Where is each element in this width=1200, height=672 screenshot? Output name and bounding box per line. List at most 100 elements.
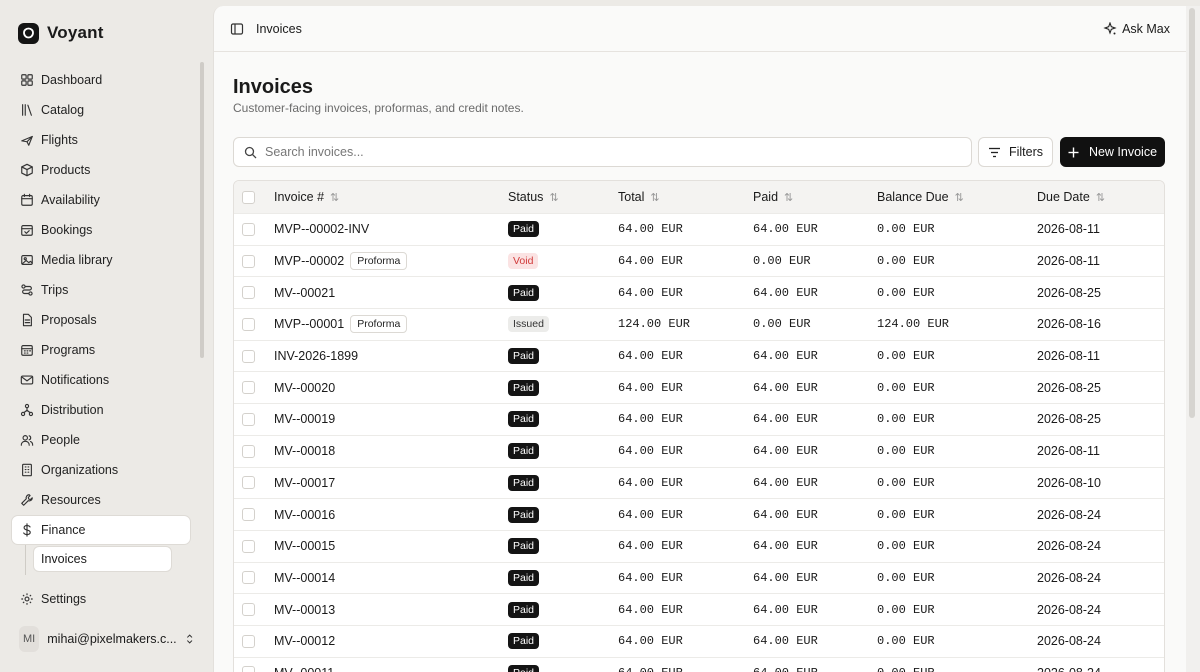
balance-due-amount: 0.00 EUR <box>877 666 935 672</box>
sidebar-settings: Settings <box>11 584 191 614</box>
table-row[interactable]: MV--00017 Paid 64.00 EUR 64.00 EUR 0.00 EUR 2… <box>234 468 1164 500</box>
row-checkbox[interactable] <box>242 634 255 648</box>
table-row[interactable]: MV--00021 Paid 64.00 EUR 64.00 EUR 0.00 EUR 2… <box>234 277 1164 310</box>
table-row[interactable]: MV--00013 Paid 64.00 EUR 64.00 EUR 0.00 EUR 2… <box>234 594 1164 626</box>
calendar-check-icon <box>21 225 33 236</box>
table-row[interactable]: MV--00014 Paid 64.00 EUR 64.00 EUR 0.00 EUR 2… <box>234 563 1164 595</box>
due-date: 2026-08-25 <box>1037 285 1101 300</box>
invoice-number[interactable]: MVP--00002-INV <box>274 222 369 236</box>
column-header-total[interactable]: Total ⇅ <box>618 181 660 213</box>
table-row[interactable]: MV--00015 Paid 64.00 EUR 64.00 EUR 0.00 EUR 2… <box>234 531 1164 563</box>
status-badge: Paid <box>508 284 540 301</box>
new-invoice-label: New Invoice <box>1088 145 1158 159</box>
building-icon <box>22 463 32 477</box>
invoice-number[interactable]: MV--00013 <box>274 603 335 617</box>
user-menu[interactable]: MI mihai@pixelmakers.c... <box>19 626 194 652</box>
status-badge: Paid <box>508 569 540 586</box>
sidebar-item-dashboard[interactable]: Dashboard <box>11 65 191 95</box>
column-header-due-date[interactable]: Due Date ⇅ <box>1037 181 1105 213</box>
table-row[interactable]: MV--00020 Paid 64.00 EUR 64.00 EUR 0.00 EUR 2… <box>234 372 1164 405</box>
brand[interactable]: Voyant <box>18 20 104 46</box>
sidebar-item-flights[interactable]: Flights <box>11 125 191 155</box>
row-checkbox[interactable] <box>242 508 255 522</box>
filters-button[interactable]: Filters <box>978 137 1053 167</box>
sidebar-item-notifications[interactable]: Notifications <box>11 365 191 395</box>
row-checkbox[interactable] <box>242 254 255 268</box>
paid-amount: 64.00 EUR <box>753 602 818 617</box>
column-header-balance-due[interactable]: Balance Due ⇅ <box>877 181 964 213</box>
image-icon <box>21 255 33 265</box>
search-box[interactable] <box>233 137 972 167</box>
sidebar-item-finance[interactable]: Finance <box>11 515 191 545</box>
column-header-status[interactable]: Status ⇅ <box>508 181 559 213</box>
sidebar-toggle-icon[interactable] <box>230 22 244 36</box>
row-checkbox[interactable] <box>242 412 255 426</box>
balance-due-amount: 0.00 EUR <box>877 412 935 427</box>
page-scrollbar[interactable] <box>1189 8 1195 418</box>
invoice-number[interactable]: INV-2026-1899 <box>274 349 358 363</box>
table-row[interactable]: MV--00011 Paid 64.00 EUR 64.00 EUR 0.00 EUR 2… <box>234 658 1164 672</box>
table-row[interactable]: MV--00012 Paid 64.00 EUR 64.00 EUR 0.00 EUR 2… <box>234 626 1164 658</box>
status-badge: Paid <box>508 633 540 650</box>
row-checkbox[interactable] <box>242 444 255 458</box>
row-checkbox[interactable] <box>242 349 255 363</box>
ask-max-button[interactable]: Ask Max <box>1103 21 1170 36</box>
due-date: 2026-08-11 <box>1037 444 1101 459</box>
breadcrumb[interactable]: Invoices <box>256 22 302 36</box>
invoice-number[interactable]: MVP--00002 <box>274 254 344 268</box>
sidebar-item-bookings[interactable]: Bookings <box>11 215 191 245</box>
invoice-number[interactable]: MV--00015 <box>274 539 335 553</box>
invoice-number[interactable]: MV--00018 <box>274 444 335 458</box>
sort-icon: ⇅ <box>784 191 794 204</box>
invoice-number[interactable]: MV--00020 <box>274 381 335 395</box>
table-row[interactable]: MV--00019 Paid 64.00 EUR 64.00 EUR 0.00 EUR 2… <box>234 404 1164 436</box>
sidebar-item-availability[interactable]: Availability <box>11 185 191 215</box>
sidebar-item-programs[interactable]: Programs <box>11 335 191 365</box>
invoice-number[interactable]: MV--00016 <box>274 508 335 522</box>
balance-due-amount: 0.00 EUR <box>877 285 935 300</box>
sidebar-item-people[interactable]: People <box>11 425 191 455</box>
sidebar-item-trips[interactable]: Trips <box>11 275 191 305</box>
row-checkbox[interactable] <box>242 571 255 585</box>
sidebar-subitem-invoices[interactable]: Invoices <box>33 546 172 572</box>
sidebar-item-proposals[interactable]: Proposals <box>11 305 191 335</box>
row-checkbox[interactable] <box>242 317 255 331</box>
row-checkbox[interactable] <box>242 286 255 300</box>
sidebar-item-label: Trips <box>41 283 69 297</box>
select-all-checkbox[interactable] <box>242 190 255 204</box>
paid-amount: 64.00 EUR <box>753 222 818 237</box>
balance-due-amount: 0.00 EUR <box>877 380 935 395</box>
sidebar-item-distribution[interactable]: Distribution <box>11 395 191 425</box>
sidebar-item-organizations[interactable]: Organizations <box>11 455 191 485</box>
search-input[interactable] <box>265 145 945 159</box>
table-row[interactable]: MVP--00001 Proforma Issued 124.00 EUR 0.00 E… <box>234 309 1164 341</box>
row-checkbox[interactable] <box>242 539 255 553</box>
sidebar-item-catalog[interactable]: Catalog <box>11 95 191 125</box>
row-checkbox[interactable] <box>242 666 255 672</box>
new-invoice-button[interactable]: New Invoice <box>1060 137 1165 167</box>
column-header-invoice[interactable]: Invoice # ⇅ <box>274 181 339 213</box>
table-row[interactable]: MV--00018 Paid 64.00 EUR 64.00 EUR 0.00 EUR 2… <box>234 436 1164 468</box>
sidebar-item-settings[interactable]: Settings <box>11 584 191 614</box>
sidebar-item-media-library[interactable]: Media library <box>11 245 191 275</box>
invoice-number[interactable]: MV--00012 <box>274 634 335 648</box>
invoice-number[interactable]: MVP--00001 <box>274 317 344 331</box>
invoice-number[interactable]: MV--00011 <box>274 666 334 672</box>
table-row[interactable]: INV-2026-1899 Paid 64.00 EUR 64.00 EUR 0.00 … <box>234 341 1164 373</box>
invoice-number[interactable]: MV--00014 <box>274 571 335 585</box>
column-header-paid[interactable]: Paid ⇅ <box>753 181 793 213</box>
row-checkbox[interactable] <box>242 381 255 395</box>
row-checkbox[interactable] <box>242 476 255 490</box>
sidebar-scrollbar[interactable] <box>200 62 204 358</box>
invoice-number[interactable]: MV--00017 <box>274 476 335 490</box>
invoice-number[interactable]: MV--00021 <box>274 286 335 300</box>
row-checkbox[interactable] <box>242 603 255 617</box>
invoice-number[interactable]: MV--00019 <box>274 412 335 426</box>
table-row[interactable]: MVP--00002 Proforma Void 64.00 EUR 0.00 EUR 0… <box>234 246 1164 278</box>
table-row[interactable]: MV--00016 Paid 64.00 EUR 64.00 EUR 0.00 EUR 2… <box>234 499 1164 531</box>
sidebar-item-products[interactable]: Products <box>11 155 191 185</box>
sidebar-item-resources[interactable]: Resources <box>11 485 191 515</box>
row-checkbox[interactable] <box>242 222 255 236</box>
paid-amount: 0.00 EUR <box>753 254 811 269</box>
table-row[interactable]: MVP--00002-INV Paid 64.00 EUR 64.00 EUR 0.00… <box>234 214 1164 246</box>
